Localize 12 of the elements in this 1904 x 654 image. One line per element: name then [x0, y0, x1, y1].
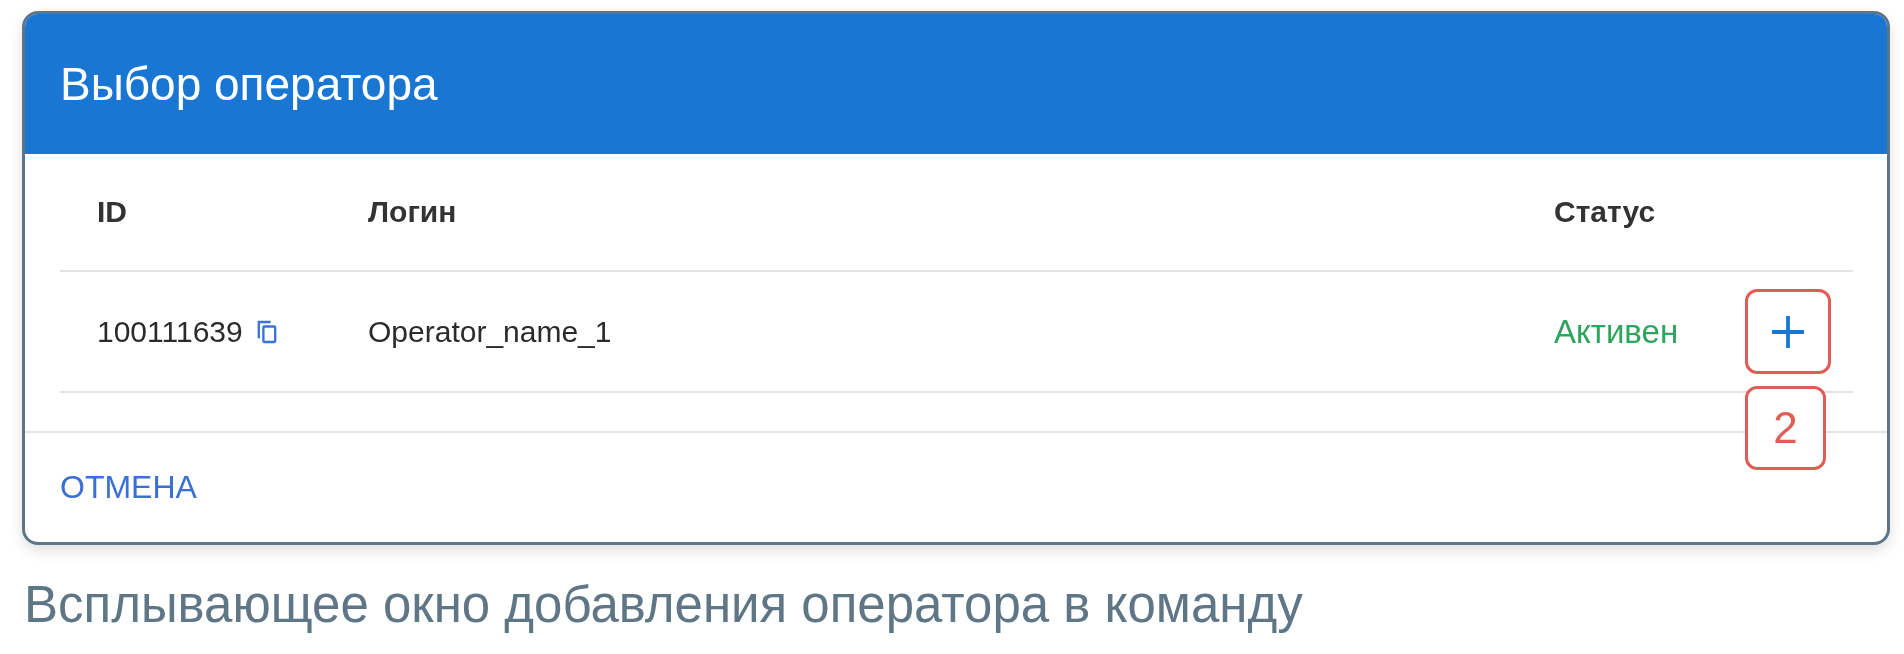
- column-header: ID: [96, 195, 128, 229]
- copy-icon[interactable]: [256, 319, 277, 344]
- column-header: Логин: [367, 195, 458, 229]
- caption-text: Всплывающее окно добавления оператора в команду: [24, 575, 1304, 634]
- cancel-button[interactable]: ОТМЕНА: [60, 469, 197, 506]
- status-text: Активен: [1553, 312, 1680, 351]
- callout-number: 2: [1745, 386, 1826, 470]
- column-header: Статус: [1553, 195, 1657, 229]
- operator-id: 100111639: [97, 314, 243, 349]
- plus-icon: [1771, 314, 1805, 349]
- dialog-title: Выбор оператора: [60, 57, 438, 111]
- operator-login: Operator_name_1: [367, 314, 613, 349]
